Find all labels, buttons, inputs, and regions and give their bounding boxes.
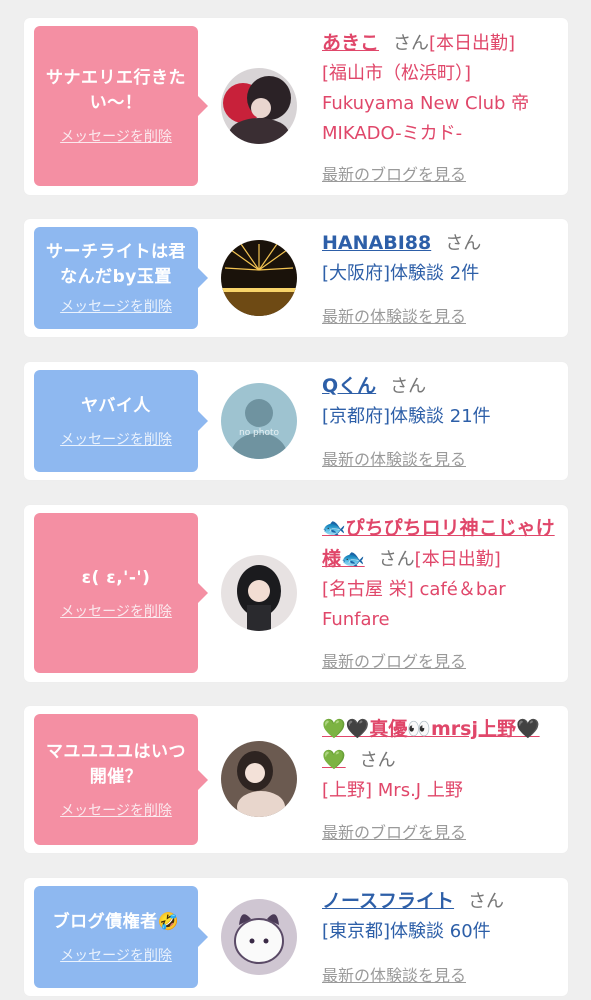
avatar[interactable] xyxy=(221,899,297,975)
san-label: さん xyxy=(468,891,505,912)
latest-review-link[interactable]: 最新の体験談を見る xyxy=(322,303,466,327)
delete-message-link[interactable]: メッセージを削除 xyxy=(60,945,172,965)
latest-blog-link[interactable]: 最新のブログを見る xyxy=(322,648,466,672)
message-bubble: ブログ債権者🤣 メッセージを削除 xyxy=(34,886,208,988)
shop-info: [大阪府]体験談 2件 xyxy=(322,263,480,284)
avatar[interactable]: no photo xyxy=(221,383,297,459)
avatar[interactable] xyxy=(221,741,297,817)
message-card: ブログ債権者🤣 メッセージを削除 ノースフライト さん [東京都]体験談 60件 … xyxy=(24,878,568,996)
delete-message-link[interactable]: メッセージを削除 xyxy=(60,126,172,146)
shop-info: [京都府]体験談 21件 xyxy=(322,406,491,427)
entry-info: Qくん さん [京都府]体験談 21件 xyxy=(322,371,558,432)
message-card: サナエリエ行きたい〜！ メッセージを削除 あきこ さん[本日出勤] [福山市（松浜… xyxy=(24,18,568,195)
shop-info: [名古屋 栄] café＆bar Funfare xyxy=(322,579,506,630)
message-text: ε( ε,'-') xyxy=(81,567,151,588)
entry-info: ノースフライト さん [東京都]体験談 60件 xyxy=(322,886,558,947)
message-text: サナエリエ行きたい〜！ xyxy=(46,68,186,113)
latest-blog-link[interactable]: 最新のブログを見る xyxy=(322,819,466,843)
san-label: さん xyxy=(359,750,396,771)
san-label: さん xyxy=(393,33,430,54)
entry-info: 🐟ぴちぴちロリ神こじゃけ様🐟 さん[本日出勤] [名古屋 栄] café＆bar … xyxy=(322,513,558,635)
delete-message-link[interactable]: メッセージを削除 xyxy=(60,800,172,820)
shop-info: [上野] Mrs.J 上野 xyxy=(322,780,463,801)
message-text: サーチライトは君なんだby玉置 xyxy=(46,242,186,287)
entry-info: HANABI88 さん [大阪府]体験談 2件 xyxy=(322,228,558,289)
message-card: サーチライトは君なんだby玉置 メッセージを削除 HANABI88 さん [大阪府… xyxy=(24,219,568,337)
user-name-link[interactable]: あきこ xyxy=(322,32,379,54)
avatar[interactable] xyxy=(221,68,297,144)
avatar[interactable] xyxy=(221,240,297,316)
san-label: さん xyxy=(378,549,415,570)
delete-message-link[interactable]: メッセージを削除 xyxy=(60,601,172,621)
message-text: ヤバイ人 xyxy=(81,395,151,416)
latest-review-link[interactable]: 最新の体験談を見る xyxy=(322,446,466,470)
message-bubble: ヤバイ人 メッセージを削除 xyxy=(34,370,208,472)
status-badge: [本日出勤] xyxy=(414,549,501,570)
no-photo-text: no photo xyxy=(239,428,280,438)
delete-message-link[interactable]: メッセージを削除 xyxy=(60,296,172,316)
shop-info: [福山市（松浜町）] Fukuyama New Club 帝 MIKADO-ミカ… xyxy=(322,63,530,144)
latest-review-link[interactable]: 最新の体験談を見る xyxy=(322,962,466,986)
user-name-link[interactable]: 💚🖤真優👀mrsj上野🖤💚 xyxy=(322,718,540,771)
message-bubble: ε( ε,'-') メッセージを削除 xyxy=(34,513,208,673)
user-name-link[interactable]: HANABI88 xyxy=(322,232,431,254)
user-name-link[interactable]: ノースフライト xyxy=(322,890,454,912)
message-card: ヤバイ人 メッセージを削除 no photo Qくん さん [京都府]体験談 21… xyxy=(24,362,568,480)
message-text: ブログ債権者🤣 xyxy=(52,911,180,932)
message-bubble: サナエリエ行きたい〜！ メッセージを削除 xyxy=(34,26,208,186)
san-label: さん xyxy=(390,376,427,397)
san-label: さん xyxy=(445,233,482,254)
shop-info: [東京都]体験談 60件 xyxy=(322,921,491,942)
entry-info: あきこ さん[本日出勤] [福山市（松浜町）] Fukuyama New Club… xyxy=(322,28,558,149)
entry-info: 💚🖤真優👀mrsj上野🖤💚 さん [上野] Mrs.J 上野 xyxy=(322,714,558,806)
delete-message-link[interactable]: メッセージを削除 xyxy=(60,429,172,449)
latest-blog-link[interactable]: 最新のブログを見る xyxy=(322,161,466,185)
avatar[interactable] xyxy=(221,555,297,631)
message-bubble: マユユユユはいつ開催？ メッセージを削除 xyxy=(34,714,208,845)
message-card: マユユユユはいつ開催？ メッセージを削除 💚🖤真優👀mrsj上野🖤💚 さん [上野… xyxy=(24,706,568,853)
message-bubble: サーチライトは君なんだby玉置 メッセージを削除 xyxy=(34,227,208,329)
message-text: マユユユユはいつ開催？ xyxy=(46,741,186,787)
status-badge: [本日出勤] xyxy=(429,33,516,54)
message-card: ε( ε,'-') メッセージを削除 🐟ぴちぴちロリ神こじゃけ様🐟 さん[本日出勤… xyxy=(24,505,568,682)
user-name-link[interactable]: Qくん xyxy=(322,375,376,397)
